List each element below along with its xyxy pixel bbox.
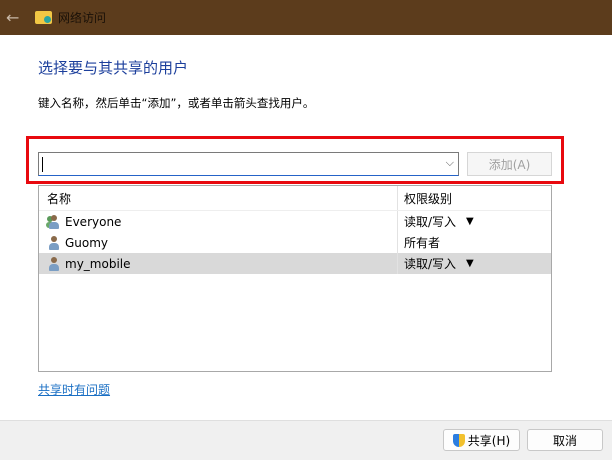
user-name: my_mobile: [65, 256, 131, 271]
share-label: 共享(H): [467, 433, 511, 448]
add-button[interactable]: 添加(A): [467, 152, 552, 176]
user-icon: [47, 235, 61, 250]
user-group-icon: [46, 214, 61, 229]
uac-shield-icon: [452, 433, 465, 447]
permission-dropdown[interactable]: 读取/写入 ▼: [397, 253, 551, 274]
user-name: Guomy: [65, 235, 109, 250]
user-name: Everyone: [65, 214, 122, 229]
page-title: 选择要与其共享的用户: [38, 59, 189, 77]
sharing-help-link[interactable]: 共享时有问题: [38, 381, 110, 398]
dropdown-arrow-icon[interactable]: ▼: [466, 216, 474, 227]
list-item[interactable]: Guomy 所有者: [39, 232, 551, 253]
footer: 共享(H) 取消: [0, 420, 612, 460]
text-caret: [42, 157, 43, 172]
column-name[interactable]: 名称: [39, 186, 397, 210]
title-bar: ← 网络访问: [0, 0, 612, 35]
cancel-button[interactable]: 取消: [527, 429, 603, 451]
permission-value: 读取/写入: [404, 257, 457, 271]
network-folder-icon: [35, 11, 52, 24]
column-permission[interactable]: 权限级别: [397, 186, 551, 210]
list-header: 名称 权限级别: [39, 186, 551, 211]
list-item[interactable]: my_mobile 读取/写入 ▼: [39, 253, 551, 274]
user-list: 名称 权限级别 Everyone 读取/写入 ▼ Guomy 所有者 my_mob…: [38, 185, 552, 372]
chevron-down-icon[interactable]: ⌵: [446, 156, 454, 170]
permission-value: 所有者: [404, 236, 441, 250]
permission-value: 读取/写入: [404, 215, 457, 229]
permission-dropdown[interactable]: 读取/写入 ▼: [397, 211, 551, 232]
list-item[interactable]: Everyone 读取/写入 ▼: [39, 211, 551, 232]
dropdown-arrow-icon[interactable]: ▼: [466, 258, 474, 269]
user-icon: [47, 256, 61, 271]
window-title: 网络访问: [58, 11, 107, 25]
user-name-input[interactable]: ⌵: [38, 152, 459, 176]
instruction-text: 键入名称，然后单击“添加”，或者单击箭头查找用户。: [38, 96, 315, 110]
share-button[interactable]: 共享(H): [443, 429, 520, 451]
back-arrow-icon[interactable]: ←: [6, 8, 22, 27]
